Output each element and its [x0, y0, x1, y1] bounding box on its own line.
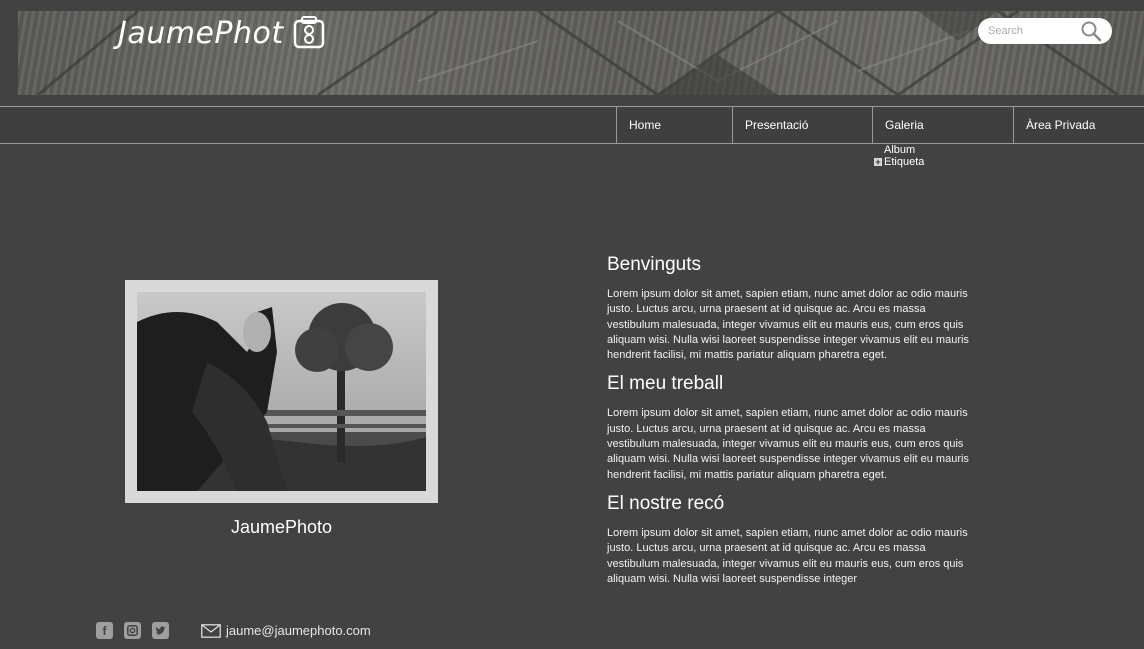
galeria-submenu: Album + Etiqueta	[872, 144, 1012, 168]
section-title: El nostre recó	[607, 492, 725, 514]
section-el-nostre-reco: El nostre recó Lorem ipsum dolor sit ame…	[607, 493, 969, 587]
nav-item-galeria[interactable]: Galeria	[872, 107, 1013, 143]
instagram-icon[interactable]	[124, 622, 141, 639]
submenu-item-etiqueta[interactable]: + Etiqueta	[872, 156, 1012, 168]
nav-item-label: Home	[629, 118, 662, 132]
submenu-item-label: Etiqueta	[884, 156, 925, 168]
main-nav: Home Presentació Galeria Àrea Privada	[0, 106, 1144, 144]
profile-caption: JaumePhoto	[230, 517, 333, 537]
twitter-icon[interactable]	[152, 622, 169, 639]
camera-logo-icon	[293, 16, 325, 49]
site-logo-text[interactable]: JaumePhot	[118, 16, 284, 51]
search-box	[978, 18, 1112, 44]
search-icon[interactable]	[1080, 20, 1102, 42]
nav-item-area-privada[interactable]: Àrea Privada	[1013, 107, 1144, 143]
main-content: Benvinguts Lorem ipsum dolor sit amet, s…	[607, 254, 969, 597]
section-body: Lorem ipsum dolor sit amet, sapien etiam…	[607, 526, 968, 585]
section-title: Benvinguts	[607, 254, 702, 275]
nav-item-presentacio[interactable]: Presentació	[732, 107, 872, 143]
section-el-meu-treball: El meu treball Lorem ipsum dolor sit ame…	[607, 373, 969, 482]
profile-photo-frame	[125, 280, 438, 503]
email-text: jaume@jaumephoto.com	[226, 623, 371, 638]
nav-item-home[interactable]: Home	[616, 107, 732, 143]
submenu-item-album[interactable]: Album	[872, 144, 1012, 156]
envelope-icon	[201, 623, 221, 638]
site-header: JaumePhot	[0, 0, 1144, 106]
section-title: El meu treball	[607, 373, 724, 395]
social-links: f	[96, 622, 169, 640]
contact-email[interactable]: jaume@jaumephoto.com	[201, 623, 371, 638]
search-input[interactable]	[978, 25, 1074, 37]
nav-item-label: Galeria	[885, 118, 924, 132]
facebook-icon[interactable]: f	[96, 622, 113, 639]
nav-item-label: Presentació	[745, 118, 809, 132]
expand-plus-icon[interactable]: +	[874, 158, 882, 167]
profile-photo	[137, 292, 426, 491]
photographer-image	[137, 292, 426, 491]
section-body: Lorem ipsum dolor sit amet, sapien etiam…	[607, 288, 969, 362]
section-body: Lorem ipsum dolor sit amet, sapien etiam…	[607, 407, 969, 481]
section-benvinguts: Benvinguts Lorem ipsum dolor sit amet, s…	[607, 254, 969, 363]
nav-item-label: Àrea Privada	[1026, 118, 1096, 132]
